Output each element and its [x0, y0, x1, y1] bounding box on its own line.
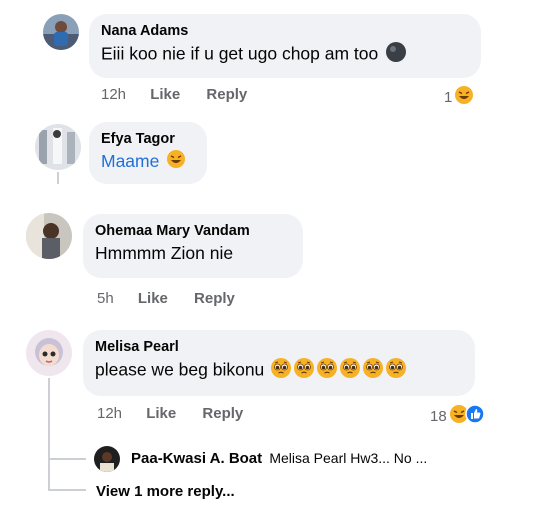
- pleading-face-emoji: [362, 357, 384, 385]
- like-thumb-icon: [464, 404, 485, 428]
- reaction-count: 18: [430, 407, 447, 425]
- avatar-melisa-pearl[interactable]: [26, 330, 72, 376]
- reply-button[interactable]: Reply: [206, 86, 247, 103]
- reply-author[interactable]: Paa-Kwasi A. Boat: [131, 450, 262, 467]
- thread-line: [57, 172, 59, 184]
- avatar-ohemaa-mary-vandam[interactable]: [26, 213, 72, 259]
- avatar-efya-tagor[interactable]: [35, 124, 81, 170]
- avatar-nana-adams[interactable]: [43, 14, 79, 50]
- dark-ball-emoji: [385, 41, 407, 69]
- comment-text-row: please we beg bikonu: [95, 357, 463, 385]
- comment-author[interactable]: Efya Tagor: [101, 130, 195, 149]
- pleading-face-emoji: [293, 357, 315, 385]
- reply-snippet: Melisa Pearl Hw3... No ...: [269, 450, 428, 466]
- view-more-replies-link[interactable]: View 1 more reply...: [96, 483, 235, 500]
- comment-actions: 12h Like Reply: [101, 86, 269, 103]
- comment-text-row: Maame: [101, 149, 195, 175]
- pleading-face-emoji: [385, 357, 407, 385]
- pleading-face-emoji: [316, 357, 338, 385]
- comment-text: please we beg bikonu: [95, 359, 265, 380]
- avatar-paa-kwasi-boat[interactable]: [94, 446, 120, 472]
- reaction-summary[interactable]: 1: [444, 85, 474, 109]
- pleading-face-emoji: [270, 357, 292, 385]
- comment-bubble: Ohemaa Mary Vandam Hmmmm Zion nie: [83, 214, 303, 278]
- like-button[interactable]: Like: [138, 290, 168, 307]
- comment-time[interactable]: 12h: [101, 86, 126, 103]
- laugh-emoji: [166, 149, 186, 175]
- reaction-summary[interactable]: 18: [430, 404, 485, 428]
- comment-actions: 5h Like Reply: [97, 290, 257, 307]
- comment-author[interactable]: Melisa Pearl: [95, 338, 463, 357]
- comment-text: Hmmmm Zion nie: [95, 243, 234, 263]
- pleading-emoji-row: [269, 357, 407, 385]
- comment-time[interactable]: 12h: [97, 405, 122, 422]
- thread-branch: [48, 489, 86, 491]
- comment-text: Eiii koo nie if u get ugo chop am too: [101, 43, 379, 64]
- comment-bubble: Efya Tagor Maame: [89, 122, 207, 184]
- pleading-face-emoji: [339, 357, 361, 385]
- comment-text-row: Eiii koo nie if u get ugo chop am too: [101, 41, 469, 69]
- comment-author[interactable]: Nana Adams: [101, 22, 469, 41]
- comment-bubble: Melisa Pearl please we beg bikonu: [83, 330, 475, 396]
- like-button[interactable]: Like: [150, 86, 180, 103]
- laugh-emoji: [454, 85, 474, 109]
- reaction-count: 1: [444, 88, 453, 106]
- comment-actions: 12h Like Reply: [97, 405, 265, 422]
- thread-branch: [48, 458, 86, 460]
- reply-button[interactable]: Reply: [194, 290, 235, 307]
- comment-text[interactable]: Maame: [101, 151, 159, 171]
- comment-author[interactable]: Ohemaa Mary Vandam: [95, 222, 291, 241]
- comment-time[interactable]: 5h: [97, 290, 114, 307]
- like-button[interactable]: Like: [146, 405, 176, 422]
- reply-button[interactable]: Reply: [202, 405, 243, 422]
- thread-line: [48, 378, 50, 490]
- comment-bubble: Nana Adams Eiii koo nie if u get ugo cho…: [89, 14, 481, 78]
- reply-preview[interactable]: Paa-Kwasi A. Boat Melisa Pearl Hw3... No…: [131, 450, 427, 467]
